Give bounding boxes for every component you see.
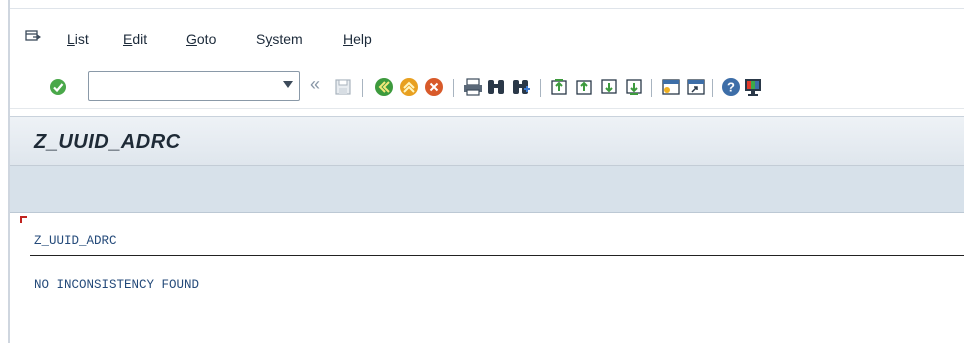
- save-button[interactable]: [332, 76, 354, 98]
- create-session-button[interactable]: [660, 76, 682, 98]
- back-button[interactable]: [373, 76, 395, 98]
- previous-page-button[interactable]: [573, 76, 595, 98]
- application-toolbar: [10, 166, 964, 213]
- enter-icon: [50, 79, 66, 95]
- cursor-marker: [20, 216, 27, 223]
- svg-text:?: ?: [727, 80, 735, 95]
- cancel-button[interactable]: [423, 76, 445, 98]
- help-button[interactable]: ?: [720, 76, 742, 98]
- back-icon: [375, 78, 393, 96]
- menu-help[interactable]: Help: [343, 31, 372, 47]
- toolbar-separator: [712, 79, 713, 97]
- find-button[interactable]: [485, 76, 507, 98]
- find-next-icon: [513, 80, 530, 94]
- page-title: Z_UUID_ADRC: [34, 131, 181, 153]
- customize-layout-icon: [745, 79, 761, 96]
- toolbar-separator: [651, 79, 652, 97]
- exit-button[interactable]: [398, 76, 420, 98]
- next-page-icon: [601, 79, 617, 94]
- menu-list[interactable]: List: [67, 31, 89, 47]
- help-icon: ?: [722, 78, 740, 96]
- shortcut-icon: [687, 79, 705, 95]
- next-page-button[interactable]: [598, 76, 620, 98]
- enter-button[interactable]: [47, 76, 69, 98]
- menu-system[interactable]: System: [256, 31, 303, 47]
- menu-edit[interactable]: Edit: [123, 31, 147, 47]
- standard-toolbar: « ?: [10, 65, 964, 109]
- menu-bar: List Edit Goto System Help: [10, 9, 964, 65]
- last-page-button[interactable]: [623, 76, 645, 98]
- find-next-button[interactable]: [510, 76, 532, 98]
- toolbar-separator: [362, 79, 363, 97]
- command-history-dropdown-icon[interactable]: [283, 81, 293, 88]
- collapse-toolbar-icon[interactable]: «: [310, 74, 320, 95]
- shortcut-button[interactable]: [685, 76, 707, 98]
- print-icon: [464, 78, 482, 96]
- toolbar-separator: [540, 79, 541, 97]
- list-message[interactable]: NO INCONSISTENCY FOUND: [34, 278, 199, 292]
- first-page-button[interactable]: [548, 76, 570, 98]
- toolbar-separator: [453, 79, 454, 97]
- cancel-icon: [425, 78, 443, 96]
- sap-window: List Edit Goto System Help « ? Z_UUID_AD…: [0, 0, 964, 343]
- menu-goto[interactable]: Goto: [186, 31, 216, 47]
- first-page-icon: [551, 79, 567, 95]
- last-page-icon: [626, 79, 642, 95]
- list-header-underline: [30, 255, 964, 256]
- system-menu-icon[interactable]: [25, 30, 41, 44]
- customize-layout-button[interactable]: [742, 76, 764, 98]
- list-header: Z_UUID_ADRC: [34, 234, 117, 248]
- exit-icon: [400, 78, 418, 96]
- screen-title-bar: Z_UUID_ADRC: [10, 116, 964, 166]
- create-session-icon: [662, 79, 680, 95]
- find-icon: [488, 80, 504, 94]
- save-icon: [335, 79, 351, 95]
- previous-page-icon: [576, 80, 592, 95]
- command-field[interactable]: [88, 71, 300, 101]
- print-button[interactable]: [462, 76, 484, 98]
